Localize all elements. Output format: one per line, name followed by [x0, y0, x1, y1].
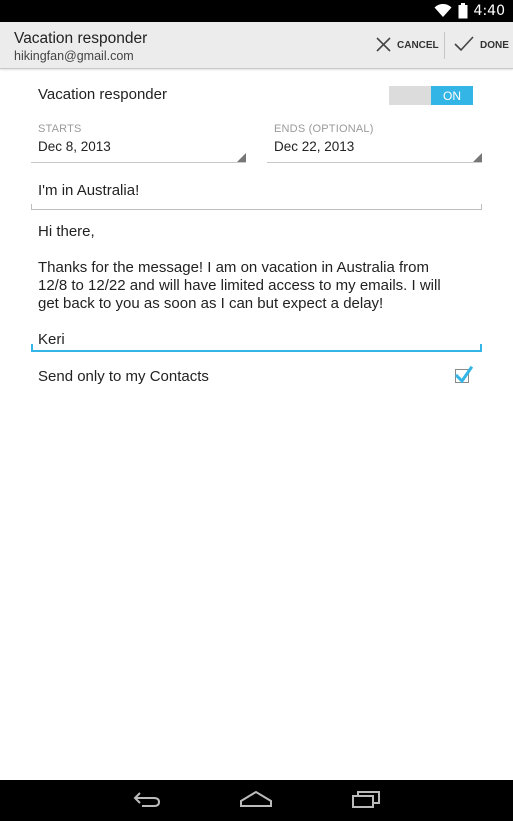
- home-button[interactable]: [236, 788, 276, 814]
- recent-apps-icon: [351, 790, 381, 813]
- vacation-responder-switch[interactable]: ON: [389, 86, 473, 105]
- body-line: get back to you as soon as I can but exp…: [38, 295, 384, 312]
- done-label: DONE: [480, 40, 509, 51]
- page-title: Vacation responder: [14, 30, 148, 47]
- ends-date-picker[interactable]: Dec 22, 2013: [274, 139, 354, 154]
- back-button[interactable]: [127, 788, 167, 814]
- body-underline-focused: [31, 350, 482, 352]
- check-icon: [454, 36, 474, 55]
- action-divider: [444, 32, 445, 59]
- ends-label: ENDS (OPTIONAL): [274, 123, 374, 135]
- cancel-button[interactable]: CANCEL: [376, 22, 439, 69]
- body-line: Hi there,: [38, 223, 95, 240]
- subject-underline-left: [31, 204, 32, 210]
- body-underline-left: [31, 344, 33, 352]
- back-icon: [132, 790, 162, 813]
- battery-icon: [458, 3, 468, 19]
- recent-apps-button[interactable]: [346, 788, 386, 814]
- send-only-contacts-label: Send only to my Contacts: [38, 368, 209, 385]
- ends-underline: [267, 162, 482, 163]
- status-indicators: 4:40: [434, 2, 505, 20]
- close-icon: [376, 36, 391, 55]
- status-bar: 4:40: [0, 0, 513, 22]
- ends-dropdown-arrow-icon: [473, 153, 482, 162]
- checkmark-icon: [455, 365, 473, 384]
- body-line: 12/8 to 12/22 and will have limited acce…: [38, 277, 441, 294]
- send-only-contacts-checkbox[interactable]: [455, 365, 473, 384]
- starts-underline: [31, 162, 246, 163]
- status-time: 4:40: [473, 3, 505, 19]
- cancel-label: CANCEL: [397, 40, 439, 51]
- account-email: hikingfan@gmail.com: [14, 49, 134, 63]
- wifi-icon: [434, 3, 452, 18]
- home-icon: [240, 790, 272, 813]
- vacation-responder-label: Vacation responder: [38, 86, 167, 103]
- body-line: Keri: [38, 331, 65, 348]
- navigation-bar: [0, 780, 513, 821]
- body-underline-right: [480, 344, 482, 352]
- subject-field[interactable]: I'm in Australia!: [38, 182, 139, 199]
- starts-label: STARTS: [38, 123, 82, 135]
- starts-date-picker[interactable]: Dec 8, 2013: [38, 139, 111, 154]
- body-line: Thanks for the message! I am on vacation…: [38, 259, 430, 276]
- done-button[interactable]: DONE: [454, 22, 509, 69]
- starts-dropdown-arrow-icon: [237, 153, 246, 162]
- subject-underline-right: [481, 204, 482, 210]
- switch-thumb: ON: [431, 86, 473, 105]
- action-bar: Vacation responder hikingfan@gmail.com C…: [0, 22, 513, 69]
- subject-underline: [31, 209, 482, 210]
